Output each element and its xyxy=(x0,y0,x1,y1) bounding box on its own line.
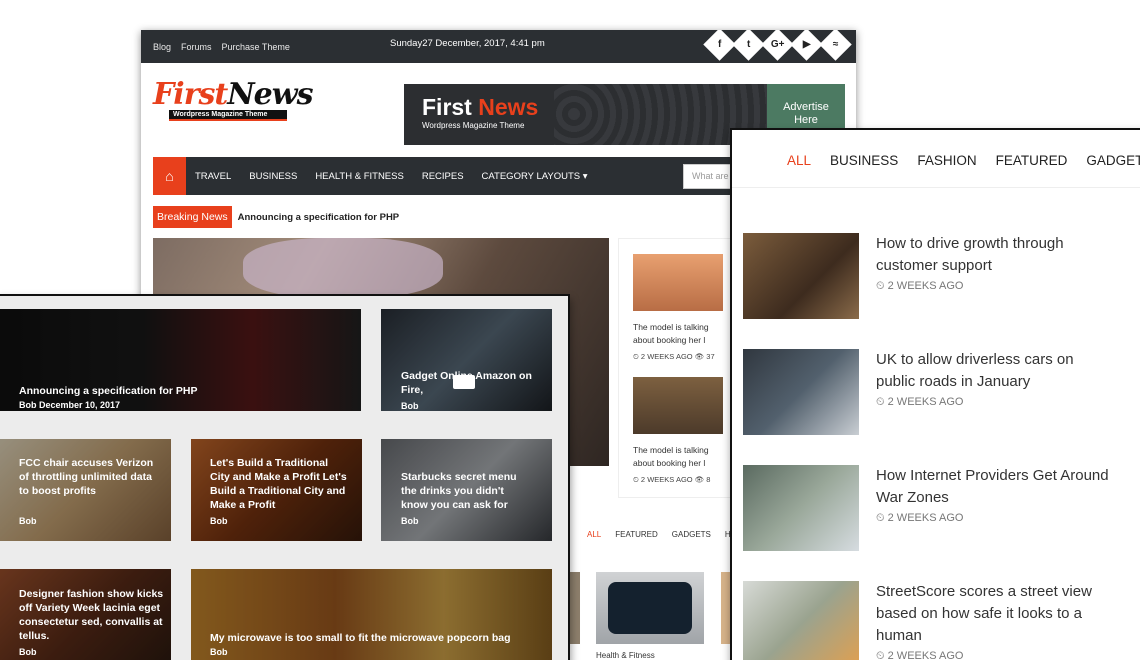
nav-health-fitness[interactable]: HEALTH & FITNESS xyxy=(306,171,413,182)
post-title[interactable]: How to drive growth through customer sup… xyxy=(876,233,1116,277)
top-date: Sunday27 December, 2017, 4:41 pm xyxy=(390,38,545,49)
breaking-headline[interactable]: Announcing a specification for PHP xyxy=(238,212,400,223)
rss-icon[interactable]: ≈ xyxy=(819,30,852,61)
list-item[interactable]: StreetScore scores a street view based o… xyxy=(743,581,1140,660)
breaking-news: Breaking News Announcing a specification… xyxy=(153,206,399,228)
post-date: ⏲ 2 WEEKS AGO xyxy=(876,512,964,524)
divider xyxy=(732,187,1140,188)
tab-featured[interactable]: FEATURED xyxy=(996,153,1068,168)
tab-business[interactable]: BUSINESS xyxy=(830,153,898,168)
category-tabs: ALL BUSINESS FASHION FEATURED GADGETS xyxy=(787,153,1140,168)
post-date: ⏲ 2 WEEKS AGO xyxy=(876,280,964,292)
post-title[interactable]: StreetScore scores a street view based o… xyxy=(876,581,1116,647)
post-card[interactable]: Designer fashion show kicks off Variety … xyxy=(0,569,171,660)
category-tabs-small: ALL FEATURED GADGETS HEA xyxy=(587,530,741,539)
list-item[interactable]: How to drive growth through customer sup… xyxy=(743,233,1140,323)
social-icons: f t G+ ▶ ≈ xyxy=(703,30,852,61)
child-thumbnail xyxy=(743,233,859,319)
plant-thumbnail xyxy=(743,581,859,660)
post-card[interactable]: FCC chair accuses Verizon of throttling … xyxy=(0,439,171,541)
tab-featured[interactable]: FEATURED xyxy=(615,530,658,539)
grid-layout-window: Announcing a specification for PHP Bob D… xyxy=(0,296,568,660)
watch-thumbnail[interactable] xyxy=(596,572,704,644)
post-card[interactable]: Gadget Online Amazon on Fire, Bob xyxy=(381,309,552,411)
top-bar: Blog Forums Purchase Theme Sunday27 Dece… xyxy=(141,30,856,63)
watch-caption[interactable]: Health & Fitness xyxy=(596,651,655,660)
top-link-blog[interactable]: Blog xyxy=(153,42,171,52)
post-card[interactable]: My microwave is too small to fit the mic… xyxy=(191,569,552,660)
main-nav: ⌂ TRAVEL BUSINESS HEALTH & FITNESS RECIP… xyxy=(153,157,833,195)
side-post[interactable]: The model is talking about booking her l… xyxy=(633,377,725,485)
list-item[interactable]: How Internet Providers Get Around War Zo… xyxy=(743,465,1140,555)
tab-all[interactable]: ALL xyxy=(587,530,601,539)
facebook-icon[interactable]: f xyxy=(703,30,736,61)
phone-thumbnail xyxy=(743,349,859,435)
twitter-icon[interactable]: t xyxy=(732,30,765,61)
google-plus-icon[interactable]: G+ xyxy=(761,30,794,61)
screenshot-collage: Blog Forums Purchase Theme Sunday27 Dece… xyxy=(0,0,1140,660)
tab-gadgets[interactable]: GADGETS xyxy=(1086,153,1140,168)
site-logo[interactable]: FirstNews Wordpress Magazine Theme xyxy=(153,77,313,121)
video-icon xyxy=(453,375,475,389)
home-icon[interactable]: ⌂ xyxy=(153,157,186,195)
nav-recipes[interactable]: RECIPES xyxy=(413,171,473,182)
bridge-thumbnail xyxy=(633,254,723,311)
post-thumbnail[interactable] xyxy=(568,572,580,644)
side-post[interactable]: The model is talking about booking her l… xyxy=(633,254,725,362)
post-card[interactable]: Starbucks secret menu the drinks you did… xyxy=(381,439,552,541)
breaking-label: Breaking News xyxy=(153,206,232,228)
youtube-icon[interactable]: ▶ xyxy=(790,30,823,61)
list-item[interactable]: UK to allow driverless cars on public ro… xyxy=(743,349,1140,439)
nav-business[interactable]: BUSINESS xyxy=(240,171,306,182)
nav-travel[interactable]: TRAVEL xyxy=(186,171,240,182)
post-card[interactable]: Announcing a specification for PHP Bob D… xyxy=(0,309,361,411)
post-card[interactable]: Let's Build a Traditional City and Make … xyxy=(191,439,362,541)
child-thumbnail xyxy=(633,377,723,434)
post-title[interactable]: UK to allow driverless cars on public ro… xyxy=(876,349,1116,393)
post-date: ⏲ 2 WEEKS AGO xyxy=(876,396,964,408)
post-title[interactable]: How Internet Providers Get Around War Zo… xyxy=(876,465,1116,509)
tab-gadgets[interactable]: GADGETS xyxy=(672,530,711,539)
top-link-purchase[interactable]: Purchase Theme xyxy=(222,42,290,52)
tab-all[interactable]: ALL xyxy=(787,153,811,168)
top-link-forums[interactable]: Forums xyxy=(181,42,212,52)
iphone-thumbnail xyxy=(743,465,859,551)
post-date: ⏲ 2 WEEKS AGO xyxy=(876,650,964,660)
category-list-window: ALL BUSINESS FASHION FEATURED GADGETS Ho… xyxy=(732,130,1140,660)
tab-fashion[interactable]: FASHION xyxy=(917,153,976,168)
nav-category-layouts[interactable]: CATEGORY LAYOUTS ▾ xyxy=(473,171,597,182)
